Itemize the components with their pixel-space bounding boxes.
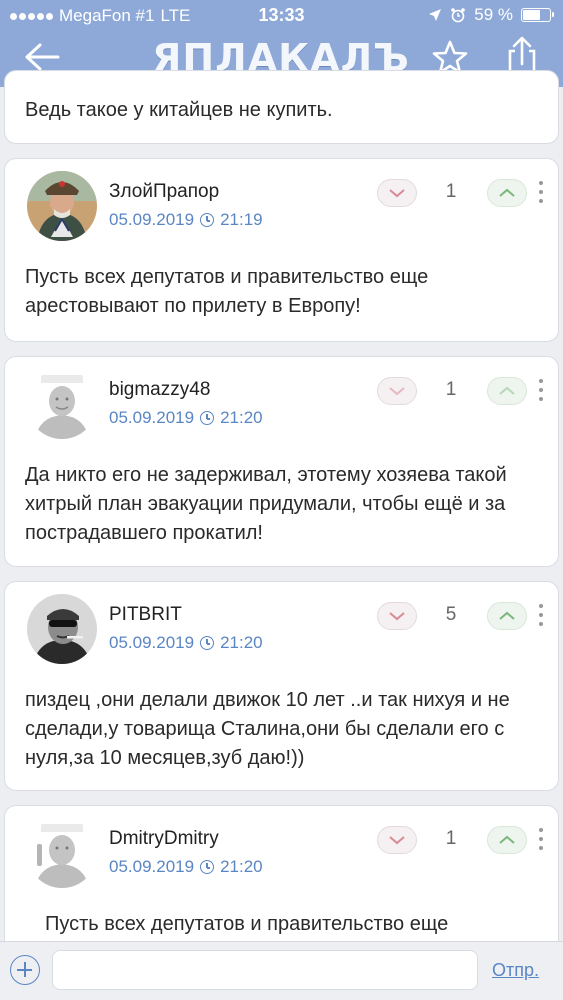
chevron-up-icon xyxy=(499,386,515,395)
vote-down-button[interactable] xyxy=(377,826,417,854)
username[interactable]: DmitryDmitry xyxy=(109,828,219,850)
comment-score: 1 xyxy=(445,181,457,202)
comment-text: Ведь такое у китайцев не купить. xyxy=(25,99,333,121)
clock-icon xyxy=(200,860,215,874)
clock-icon xyxy=(200,213,215,227)
comment-score: 5 xyxy=(445,604,457,625)
more-options-icon[interactable] xyxy=(537,181,545,203)
more-options-icon[interactable] xyxy=(537,379,545,401)
avatar[interactable] xyxy=(27,369,97,439)
comment-score: 1 xyxy=(445,379,457,400)
more-options-icon[interactable] xyxy=(537,828,545,850)
battery-icon xyxy=(521,8,554,22)
chevron-up-icon xyxy=(499,611,515,620)
chevron-down-icon xyxy=(389,387,405,396)
chevron-down-icon xyxy=(389,189,405,198)
comment-card: bigmazzy48 05.09.2019 21:20 1 Да никто е… xyxy=(4,356,559,567)
comment-timestamp: 05.09.2019 21:20 xyxy=(109,633,263,653)
username[interactable]: bigmazzy48 xyxy=(109,379,210,401)
chevron-up-icon xyxy=(499,835,515,844)
vote-up-button[interactable] xyxy=(487,377,527,405)
more-options-icon[interactable] xyxy=(537,604,545,626)
vote-up-button[interactable] xyxy=(487,826,527,854)
username[interactable]: ЗлойПрапор xyxy=(109,181,219,203)
send-button[interactable]: Отпр. xyxy=(492,960,539,981)
comment-timestamp: 05.09.2019 21:20 xyxy=(109,857,263,877)
vote-down-button[interactable] xyxy=(377,377,417,405)
vote-up-button[interactable] xyxy=(487,602,527,630)
avatar[interactable] xyxy=(27,171,97,241)
chevron-down-icon xyxy=(389,612,405,621)
status-bar: MegaFon #1 LTE 13:33 59 % xyxy=(0,0,563,30)
avatar[interactable] xyxy=(27,594,97,664)
chevron-up-icon xyxy=(499,188,515,197)
comment-score: 1 xyxy=(445,828,457,849)
comment-date: 05.09.2019 xyxy=(109,408,195,427)
comment-timestamp: 05.09.2019 21:19 xyxy=(109,210,263,230)
comment-text: Пусть всех депутатов и правительство еще xyxy=(45,913,449,935)
location-icon xyxy=(429,9,442,21)
username[interactable]: PITBRIT xyxy=(109,604,182,626)
comment-time: 21:20 xyxy=(220,633,263,652)
comment-card: ЗлойПрапор 05.09.2019 21:19 1 Пусть всех… xyxy=(4,158,559,342)
comment-time: 21:19 xyxy=(220,210,263,229)
status-right: 59 % xyxy=(428,5,554,25)
comment-timestamp: 05.09.2019 21:20 xyxy=(109,408,263,428)
comment-text: Да никто его не задерживал, этотему хозя… xyxy=(25,464,507,544)
battery-percent: 59 % xyxy=(474,5,513,24)
add-attachment-button[interactable] xyxy=(10,955,40,985)
vote-down-button[interactable] xyxy=(377,179,417,207)
comment-date: 05.09.2019 xyxy=(109,210,195,229)
avatar[interactable] xyxy=(27,818,97,888)
comment-text: Пусть всех депутатов и правительство еще… xyxy=(25,266,429,317)
vote-down-button[interactable] xyxy=(377,602,417,630)
comment-card: PITBRIT 05.09.2019 21:20 5 пиздец ,они д… xyxy=(4,581,559,791)
chevron-down-icon xyxy=(389,836,405,845)
comment-date: 05.09.2019 xyxy=(109,633,195,652)
comment-time: 21:20 xyxy=(220,857,263,876)
alarm-icon xyxy=(451,8,466,23)
vote-up-button[interactable] xyxy=(487,179,527,207)
clock-icon xyxy=(200,411,215,425)
comment-composer: Отпр. xyxy=(0,941,563,1000)
comment-text: пиздец ,они делали движок 10 лет ..и так… xyxy=(25,689,510,769)
comment-time: 21:20 xyxy=(220,408,263,427)
clock-icon xyxy=(200,636,215,650)
comment-card-fragment: Ведь такое у китайцев не купить. xyxy=(4,70,559,144)
comment-input[interactable] xyxy=(52,950,478,990)
comment-date: 05.09.2019 xyxy=(109,857,195,876)
